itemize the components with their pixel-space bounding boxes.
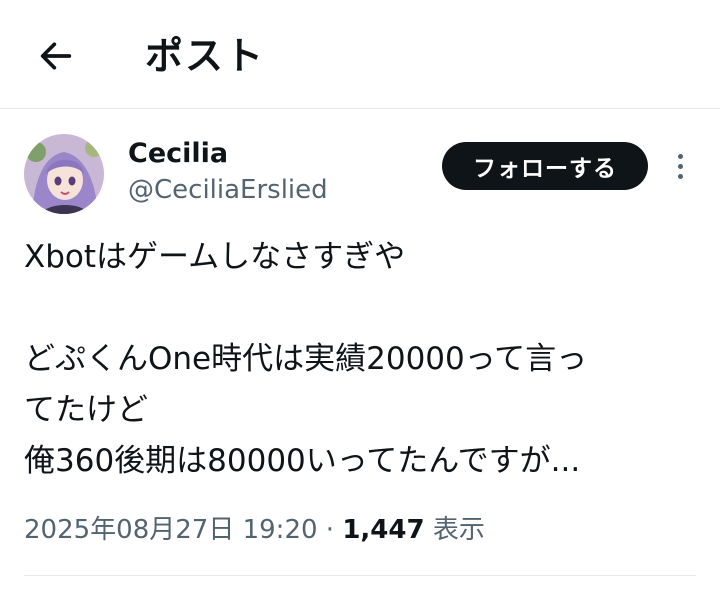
divider bbox=[24, 575, 696, 576]
tweet-line bbox=[24, 283, 696, 334]
top-bar: ポスト bbox=[0, 0, 720, 109]
author-display-name[interactable]: Cecilia bbox=[128, 136, 228, 172]
tweet-line: てたけど bbox=[24, 392, 148, 428]
author-handle[interactable]: @CeciliaErslied bbox=[128, 172, 328, 208]
view-count[interactable]: 1,447 bbox=[342, 515, 424, 545]
more-vertical-icon bbox=[677, 163, 683, 169]
avatar-image bbox=[24, 134, 104, 214]
more-button[interactable] bbox=[664, 148, 696, 184]
meta-separator: · bbox=[325, 515, 335, 545]
view-label: 表示 bbox=[432, 515, 485, 545]
avatar[interactable] bbox=[24, 134, 104, 214]
back-button[interactable] bbox=[30, 30, 82, 82]
more-vertical-icon bbox=[677, 153, 683, 159]
tweet-text: Xbotはゲームしなさすぎや どぷくんOne時代は実績20000って言っ てたけ… bbox=[24, 232, 696, 487]
tweet-meta: 2025年08月27日 19:20 · 1,447 表示 bbox=[24, 510, 485, 550]
follow-button[interactable]: フォローする bbox=[442, 142, 648, 190]
arrow-left-icon bbox=[40, 42, 72, 70]
more-vertical-icon bbox=[677, 173, 683, 179]
tweet-timestamp[interactable]: 2025年08月27日 19:20 bbox=[24, 515, 318, 545]
tweet-line: Xbotはゲームしなさすぎや bbox=[24, 239, 406, 275]
tweet-line: どぷくんOne時代は実績20000って言っ bbox=[24, 341, 588, 377]
tweet-line: 俺360後期は80000いってたんですが... bbox=[24, 443, 581, 479]
page-title: ポスト bbox=[145, 34, 266, 78]
